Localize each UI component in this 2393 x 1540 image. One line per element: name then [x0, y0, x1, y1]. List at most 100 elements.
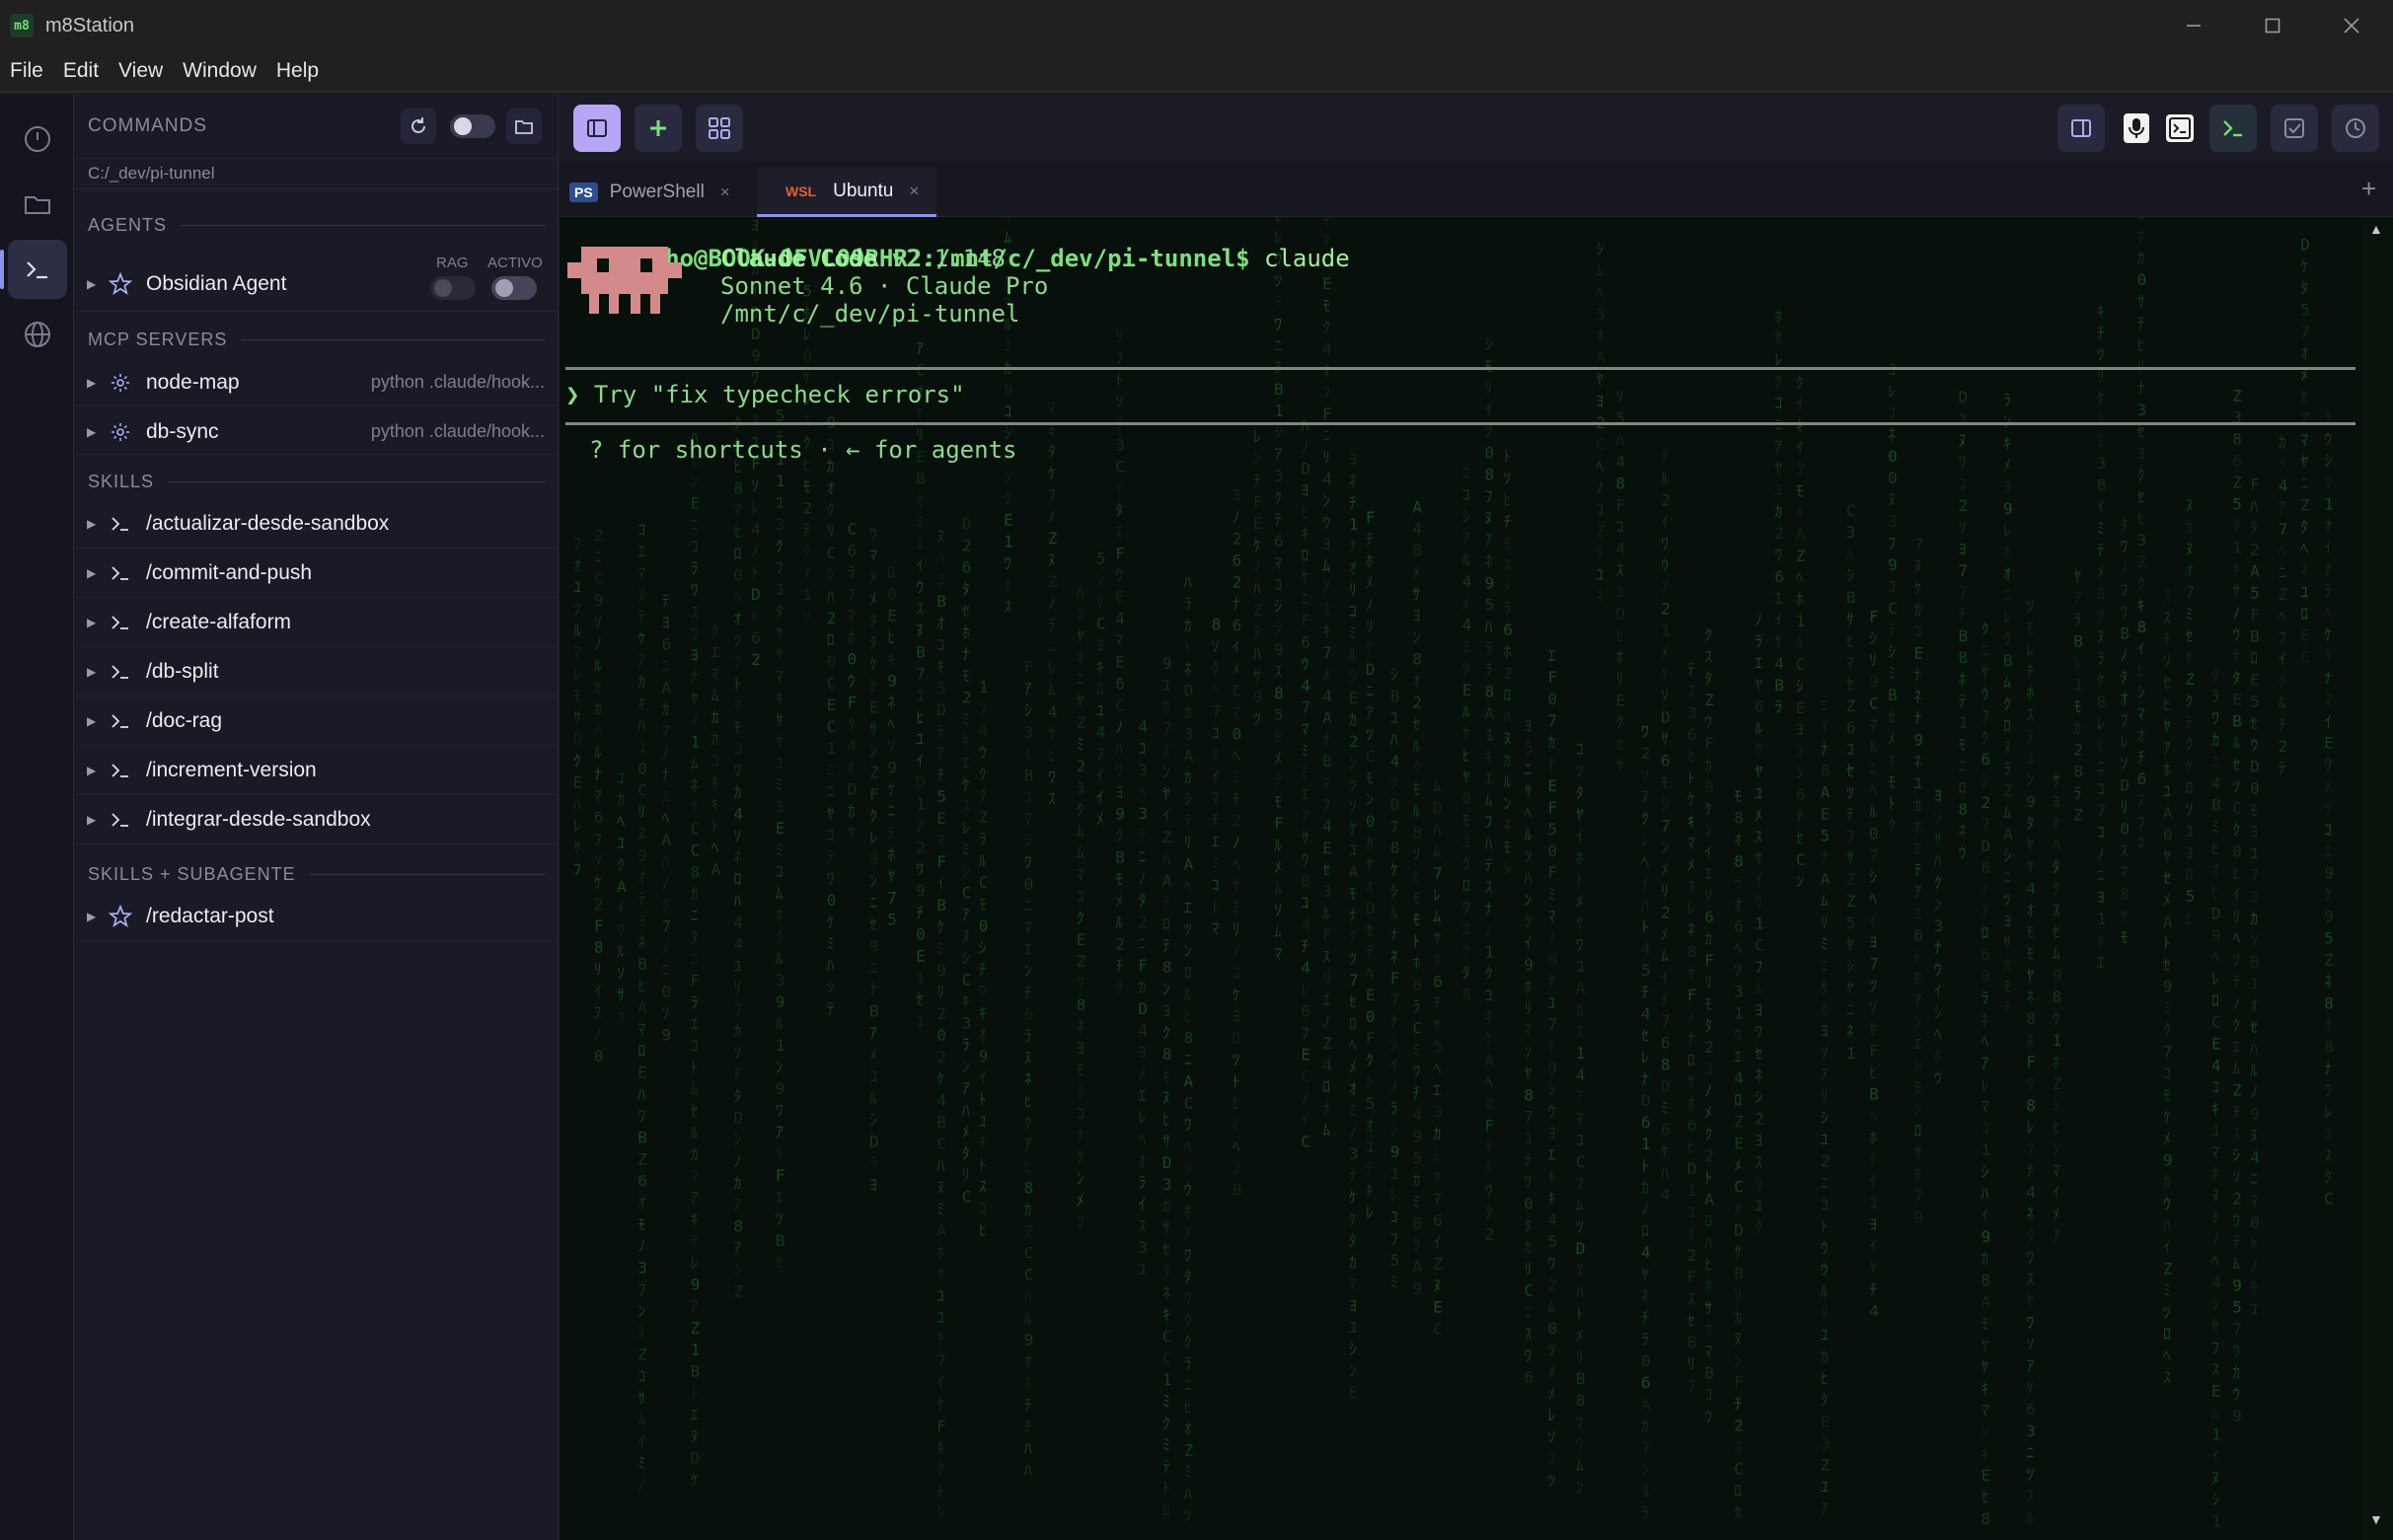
svg-text:2: 2 [1755, 1110, 1764, 1129]
menu-help[interactable]: Help [266, 59, 329, 83]
tab-ubuntu[interactable]: WSL Ubuntu × [757, 168, 936, 217]
minimize-button[interactable] [2154, 0, 2233, 51]
svg-text:ﾃ: ﾃ [1184, 812, 1192, 831]
svg-text:5: 5 [2324, 929, 2334, 948]
svg-text:ｽ: ｽ [1687, 682, 1695, 700]
svg-text:E: E [916, 947, 926, 966]
scroll-down-icon[interactable]: ▼ [2369, 1511, 2383, 1527]
svg-text:ﾌ: ﾌ [1547, 1449, 1555, 1468]
svg-text:ﾕ: ﾕ [1024, 788, 1032, 807]
svg-text:ﾜ: ﾜ [1004, 553, 1011, 572]
tab-powershell[interactable]: PS PowerShell × [569, 168, 757, 217]
close-button[interactable] [2312, 0, 2391, 51]
mcp-row-node-map[interactable]: ▶ node-map python .claude/hook... [75, 360, 559, 405]
svg-text:0: 0 [848, 650, 858, 669]
svg-text:ﾈ: ﾈ [1959, 822, 1967, 841]
expand-caret-icon[interactable]: ▶ [87, 277, 99, 291]
svg-text:ﾎ: ﾎ [848, 628, 856, 647]
svg-text:ﾃ: ﾃ [1274, 770, 1282, 789]
tab-close-icon[interactable]: × [909, 182, 919, 201]
expand-caret-icon[interactable]: ▶ [87, 714, 99, 728]
menu-window[interactable]: Window [173, 59, 266, 83]
terminal-window-button[interactable] [2160, 105, 2200, 152]
rag-toggle[interactable] [430, 276, 476, 300]
svg-text:C: C [1184, 1094, 1194, 1113]
svg-text:ｹ: ｹ [2097, 389, 2105, 407]
menu-view[interactable]: View [109, 59, 173, 83]
tab-close-icon[interactable]: × [720, 183, 730, 202]
expand-caret-icon[interactable]: ▶ [87, 425, 99, 439]
new-terminal-button[interactable] [635, 105, 682, 152]
svg-text:ﾁ: ﾁ [1162, 893, 1170, 912]
svg-text:ﾝ: ﾝ [1322, 491, 1330, 510]
input-line[interactable]: ❯ Try "fix typecheck errors" [565, 381, 965, 408]
rail-history-button[interactable] [8, 110, 67, 169]
scroll-up-icon[interactable]: ▲ [2369, 221, 2383, 237]
skill-row[interactable]: ▶ /increment-version [75, 746, 559, 795]
toggle-sidebar-button[interactable] [573, 105, 621, 152]
svg-text:ｻ: ｻ [1913, 1142, 1921, 1161]
skill-row[interactable]: ▶ /db-split [75, 647, 559, 697]
expand-caret-icon[interactable]: ▶ [87, 813, 99, 827]
agent-row-obsidian[interactable]: ▶ Obsidian Agent [75, 257, 559, 312]
svg-text:ｶ: ｶ [2163, 1173, 2171, 1192]
svg-text:ｱ: ｱ [1024, 680, 1032, 698]
svg-text:ﾓ: ﾓ [1982, 1314, 1989, 1333]
expand-caret-icon[interactable]: ▶ [87, 764, 99, 777]
rail-files-button[interactable] [8, 175, 67, 234]
tasks-button[interactable] [2271, 105, 2318, 152]
svg-text:ﾅ: ﾅ [1796, 807, 1804, 826]
svg-text:ﾀ: ﾀ [1048, 442, 1056, 461]
expand-caret-icon[interactable]: ▶ [87, 665, 99, 679]
skill-row[interactable]: ▶ /integrar-desde-sandbox [75, 795, 559, 844]
expand-caret-icon[interactable]: ▶ [87, 376, 99, 390]
svg-text:ﾐ: ﾐ [776, 841, 784, 859]
sidebar-toggle[interactable] [450, 114, 495, 138]
svg-text:ﾊ: ﾊ [2163, 1216, 2171, 1235]
expand-caret-icon[interactable]: ▶ [87, 517, 99, 531]
svg-text:1: 1 [1959, 713, 1969, 732]
svg-text:ﾘ: ﾘ [1524, 1259, 1532, 1278]
expand-caret-icon[interactable]: ▶ [87, 616, 99, 629]
svg-text:ﾏ: ﾏ [1524, 1020, 1532, 1039]
svg-text:D: D [1641, 1091, 1651, 1110]
svg-text:ﾇ: ﾇ [691, 1427, 699, 1445]
maximize-button[interactable] [2233, 0, 2312, 51]
rail-web-button[interactable] [8, 305, 67, 364]
menu-edit[interactable]: Edit [53, 59, 109, 83]
svg-text:C: C [962, 884, 972, 903]
svg-text:2: 2 [751, 650, 761, 669]
split-view-button[interactable] [2057, 105, 2105, 152]
svg-text:ｷ: ｷ [2137, 596, 2145, 615]
mcp-row-db-sync[interactable]: ▶ db-sync python .claude/hook... [75, 409, 559, 455]
svg-text:ｱ: ｱ [1322, 578, 1330, 597]
grid-layout-button[interactable] [696, 105, 743, 152]
svg-text:ｾ: ｾ [2186, 626, 2194, 645]
skill-row[interactable]: ▶ /doc-rag [75, 697, 559, 746]
svg-text:1: 1 [1485, 943, 1495, 962]
shell-button[interactable] [2209, 105, 2257, 152]
svg-text:ｴ: ｴ [637, 542, 645, 560]
skill-row[interactable]: ▶ /commit-and-push [75, 549, 559, 598]
terminal-pane[interactable]: ﾌｵﾕﾂﾙﾏﾚﾓｻDｸEﾊﾚｻﾌ2ﾆC9ｿﾉﾙｾｶﾊﾙﾅﾏ6ﾌｿｹ2F8ﾘｲﾇﾉ… [560, 217, 2361, 1540]
skill-row[interactable]: ▶ /create-alfaform [75, 598, 559, 647]
open-folder-button[interactable] [506, 109, 542, 144]
svg-text:ﾈ: ﾈ [1888, 425, 1896, 444]
terminal-scrollbar[interactable]: ▲ ▼ [2361, 217, 2393, 1540]
expand-caret-icon[interactable]: ▶ [87, 566, 99, 580]
rail-commands-button[interactable] [0, 240, 67, 299]
new-tab-button[interactable]: + [2361, 174, 2376, 204]
expand-caret-icon[interactable]: ▶ [87, 910, 99, 923]
subagent-skill-row[interactable]: ▶ /redactar-post [75, 892, 559, 941]
project-path: C:/_dev/pi-tunnel [75, 158, 558, 189]
activo-toggle[interactable] [491, 276, 537, 300]
refresh-button[interactable] [401, 109, 436, 144]
menu-file[interactable]: File [0, 59, 53, 83]
svg-text:E: E [1433, 1298, 1443, 1317]
svg-text:ｽ: ｽ [962, 797, 970, 816]
svg-text:Z: Z [1846, 892, 1856, 911]
svg-text:ﾄ: ﾄ [1704, 1168, 1712, 1187]
skill-row[interactable]: ▶ /actualizar-desde-sandbox [75, 499, 559, 549]
history-button[interactable] [2332, 105, 2379, 152]
voice-input-button[interactable] [2117, 105, 2156, 152]
